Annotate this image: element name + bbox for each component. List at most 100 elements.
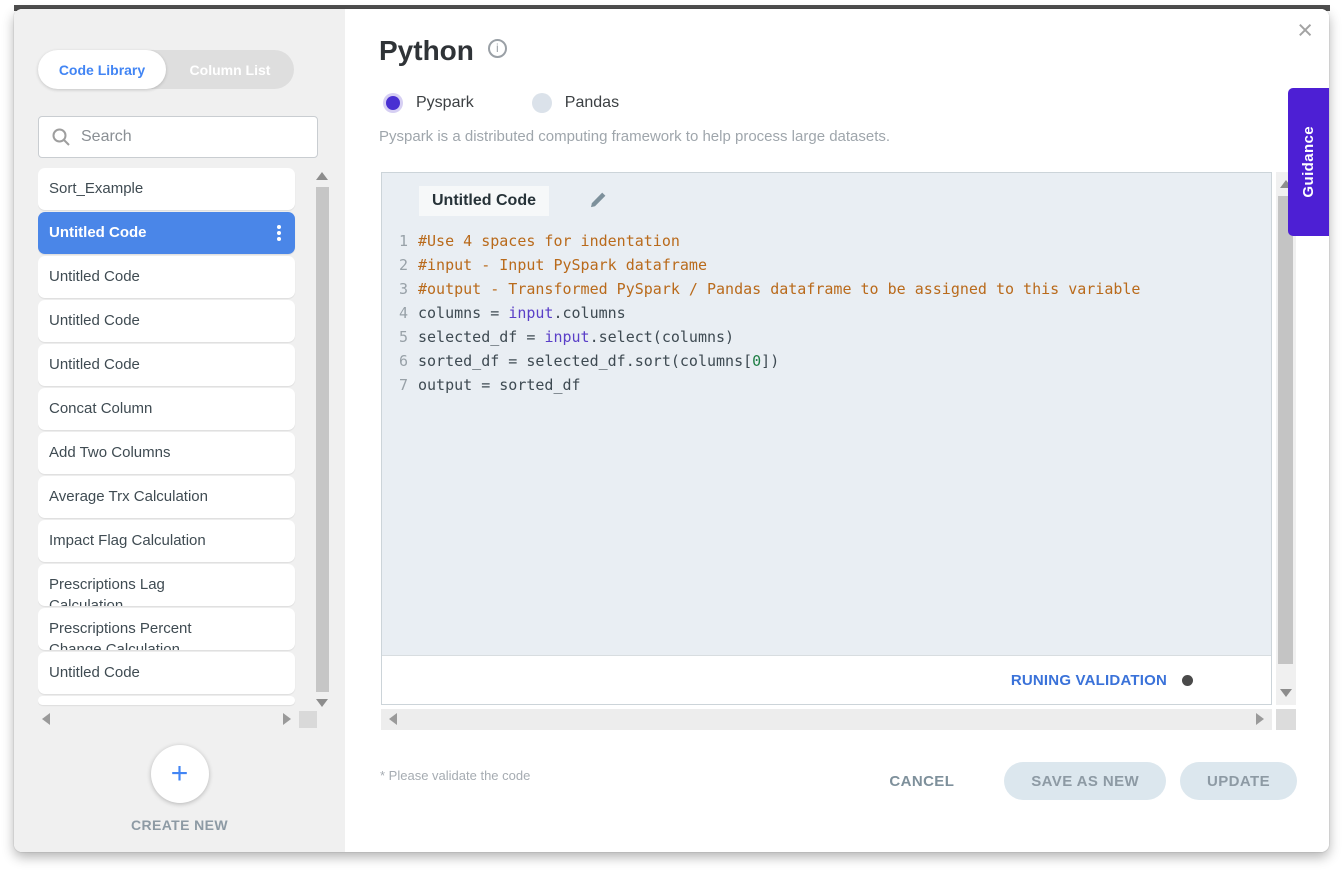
validation-status-dot bbox=[1182, 675, 1193, 686]
code-line[interactable]: 4 columns = input.columns bbox=[382, 301, 1271, 325]
create-new-section: + CREATE NEW bbox=[14, 745, 345, 833]
plus-icon: + bbox=[171, 759, 189, 789]
scrollbar-thumb[interactable] bbox=[316, 187, 329, 692]
line-number: 7 bbox=[382, 373, 408, 397]
scroll-up-arrow-icon[interactable] bbox=[316, 172, 328, 180]
scroll-left-arrow-icon[interactable] bbox=[389, 713, 397, 725]
scroll-right-arrow-icon[interactable] bbox=[1256, 713, 1264, 725]
sidebar-item[interactable]: Untitled Code bbox=[38, 212, 295, 254]
code-line[interactable]: 7 output = sorted_df bbox=[382, 373, 1271, 397]
line-number: 1 bbox=[382, 229, 408, 253]
sidebar-item-label: Prescriptions Percent bbox=[49, 618, 283, 639]
edit-pencil-icon[interactable] bbox=[588, 190, 608, 210]
sidebar-item-label: Concat Column bbox=[49, 398, 283, 419]
page-title: Python bbox=[379, 35, 474, 67]
sidebar-item[interactable]: Untitled Code bbox=[38, 344, 295, 386]
radio-pandas[interactable] bbox=[532, 93, 552, 113]
sidebar-item[interactable] bbox=[38, 696, 295, 705]
editor-horizontal-scrollbar[interactable] bbox=[381, 709, 1272, 730]
sidebar-item-label: Untitled Code bbox=[49, 354, 283, 375]
sidebar-item-sublabel: Change Calculation bbox=[49, 639, 283, 650]
sidebar-vertical-scrollbar[interactable] bbox=[314, 168, 331, 711]
code-line[interactable]: 2 #input - Input PySpark dataframe bbox=[382, 253, 1271, 277]
sidebar-horizontal-scrollbar[interactable] bbox=[38, 711, 295, 728]
sidebar-item[interactable]: Add Two Columns bbox=[38, 432, 295, 474]
tab-column-list[interactable]: Column List bbox=[166, 50, 294, 89]
sidebar-item-label: Add Two Columns bbox=[49, 442, 283, 463]
radio-pyspark-label[interactable]: Pyspark bbox=[416, 94, 474, 112]
code-text: output = sorted_df bbox=[418, 373, 581, 397]
code-line[interactable]: 6 sorted_df = selected_df.sort(columns[0]… bbox=[382, 349, 1271, 373]
line-number: 2 bbox=[382, 253, 408, 277]
sidebar: Code Library Column List Sort_Example Unt… bbox=[14, 9, 345, 852]
sidebar-item[interactable]: Impact Flag Calculation bbox=[38, 520, 295, 562]
sidebar-item-sublabel: Calculation bbox=[49, 595, 283, 606]
sidebar-item-label: Untitled Code bbox=[49, 662, 283, 683]
sidebar-item-label: Sort_Example bbox=[49, 178, 283, 199]
sidebar-item[interactable]: Prescriptions PercentChange Calculation bbox=[38, 608, 295, 650]
footer-buttons: CANCEL SAVE AS NEW UPDATE bbox=[889, 762, 1297, 800]
sidebar-tab-switcher: Code Library Column List bbox=[38, 50, 294, 89]
create-new-button[interactable]: + bbox=[151, 745, 209, 803]
code-text: selected_df = input.select(columns) bbox=[418, 325, 734, 349]
search-icon bbox=[51, 127, 71, 147]
sidebar-item-label: Untitled Code bbox=[49, 222, 283, 243]
code-line[interactable]: 1 #Use 4 spaces for indentation bbox=[382, 229, 1271, 253]
guidance-tab[interactable]: Guidance bbox=[1288, 88, 1329, 236]
framework-description: Pyspark is a distributed computing frame… bbox=[379, 128, 890, 145]
scrollbar-corner bbox=[299, 711, 317, 728]
code-editor[interactable]: Untitled Code 1 #Use 4 spaces for indenta… bbox=[381, 172, 1272, 705]
search-box[interactable] bbox=[38, 116, 318, 158]
scroll-left-arrow-icon[interactable] bbox=[42, 713, 50, 725]
code-list: Sort_Example Untitled Code Untitled Code Un… bbox=[38, 168, 295, 705]
code-text: sorted_df = selected_df.sort(columns[0]) bbox=[418, 349, 779, 373]
validation-status: RUNING VALIDATION bbox=[1011, 672, 1167, 689]
sidebar-item-label: Prescriptions Lag bbox=[49, 574, 283, 595]
kebab-menu-icon[interactable] bbox=[273, 221, 285, 245]
editor-vertical-scrollbar[interactable] bbox=[1276, 172, 1296, 705]
sidebar-item-label: Average Trx Calculation bbox=[49, 486, 283, 507]
scrollbar-thumb[interactable] bbox=[1278, 196, 1293, 664]
create-new-label: CREATE NEW bbox=[14, 817, 345, 833]
sidebar-item[interactable]: Untitled Code bbox=[38, 652, 295, 694]
validation-bar: RUNING VALIDATION bbox=[382, 655, 1271, 704]
update-button[interactable]: UPDATE bbox=[1180, 762, 1297, 800]
code-line[interactable]: 5 selected_df = input.select(columns) bbox=[382, 325, 1271, 349]
sidebar-item[interactable]: Concat Column bbox=[38, 388, 295, 430]
sidebar-item[interactable]: Prescriptions LagCalculation bbox=[38, 564, 295, 606]
main-panel: Python i Pyspark Pandas Pyspark is a dis… bbox=[345, 9, 1329, 852]
guidance-tab-label: Guidance bbox=[1300, 126, 1317, 198]
framework-radio-group: Pyspark Pandas bbox=[383, 93, 619, 113]
cancel-button[interactable]: CANCEL bbox=[889, 773, 954, 790]
line-number: 6 bbox=[382, 349, 408, 373]
sidebar-item[interactable]: Untitled Code bbox=[38, 300, 295, 342]
code-line[interactable]: 3 #output - Transformed PySpark / Pandas … bbox=[382, 277, 1271, 301]
scrollbar-corner bbox=[1276, 709, 1296, 730]
line-number: 4 bbox=[382, 301, 408, 325]
sidebar-item[interactable]: Average Trx Calculation bbox=[38, 476, 295, 518]
code-text: #input - Input PySpark dataframe bbox=[418, 253, 707, 277]
code-text: #output - Transformed PySpark / Pandas d… bbox=[418, 277, 1140, 301]
line-number: 3 bbox=[382, 277, 408, 301]
radio-pyspark[interactable] bbox=[383, 93, 403, 113]
scroll-right-arrow-icon[interactable] bbox=[283, 713, 291, 725]
search-input[interactable] bbox=[81, 128, 305, 146]
info-icon[interactable]: i bbox=[488, 39, 507, 58]
sidebar-item-label: Impact Flag Calculation bbox=[49, 530, 283, 551]
editor-title[interactable]: Untitled Code bbox=[419, 186, 549, 216]
sidebar-item[interactable]: Untitled Code bbox=[38, 256, 295, 298]
tab-code-library[interactable]: Code Library bbox=[38, 50, 166, 89]
close-icon[interactable]: × bbox=[1297, 17, 1313, 44]
code-text: columns = input.columns bbox=[418, 301, 626, 325]
code-list-wrap: Sort_Example Untitled Code Untitled Code Un… bbox=[38, 168, 332, 711]
sidebar-item-label: Untitled Code bbox=[49, 310, 283, 331]
scroll-down-arrow-icon[interactable] bbox=[316, 699, 328, 707]
radio-pandas-label[interactable]: Pandas bbox=[565, 94, 619, 112]
code-lines: 1 #Use 4 spaces for indentation 2 #input - … bbox=[382, 229, 1271, 397]
line-number: 5 bbox=[382, 325, 408, 349]
sidebar-item[interactable]: Sort_Example bbox=[38, 168, 295, 210]
code-text: #Use 4 spaces for indentation bbox=[418, 229, 680, 253]
save-as-new-button[interactable]: SAVE AS NEW bbox=[1004, 762, 1166, 800]
sidebar-item-label: Untitled Code bbox=[49, 266, 283, 287]
scroll-down-arrow-icon[interactable] bbox=[1280, 689, 1292, 697]
